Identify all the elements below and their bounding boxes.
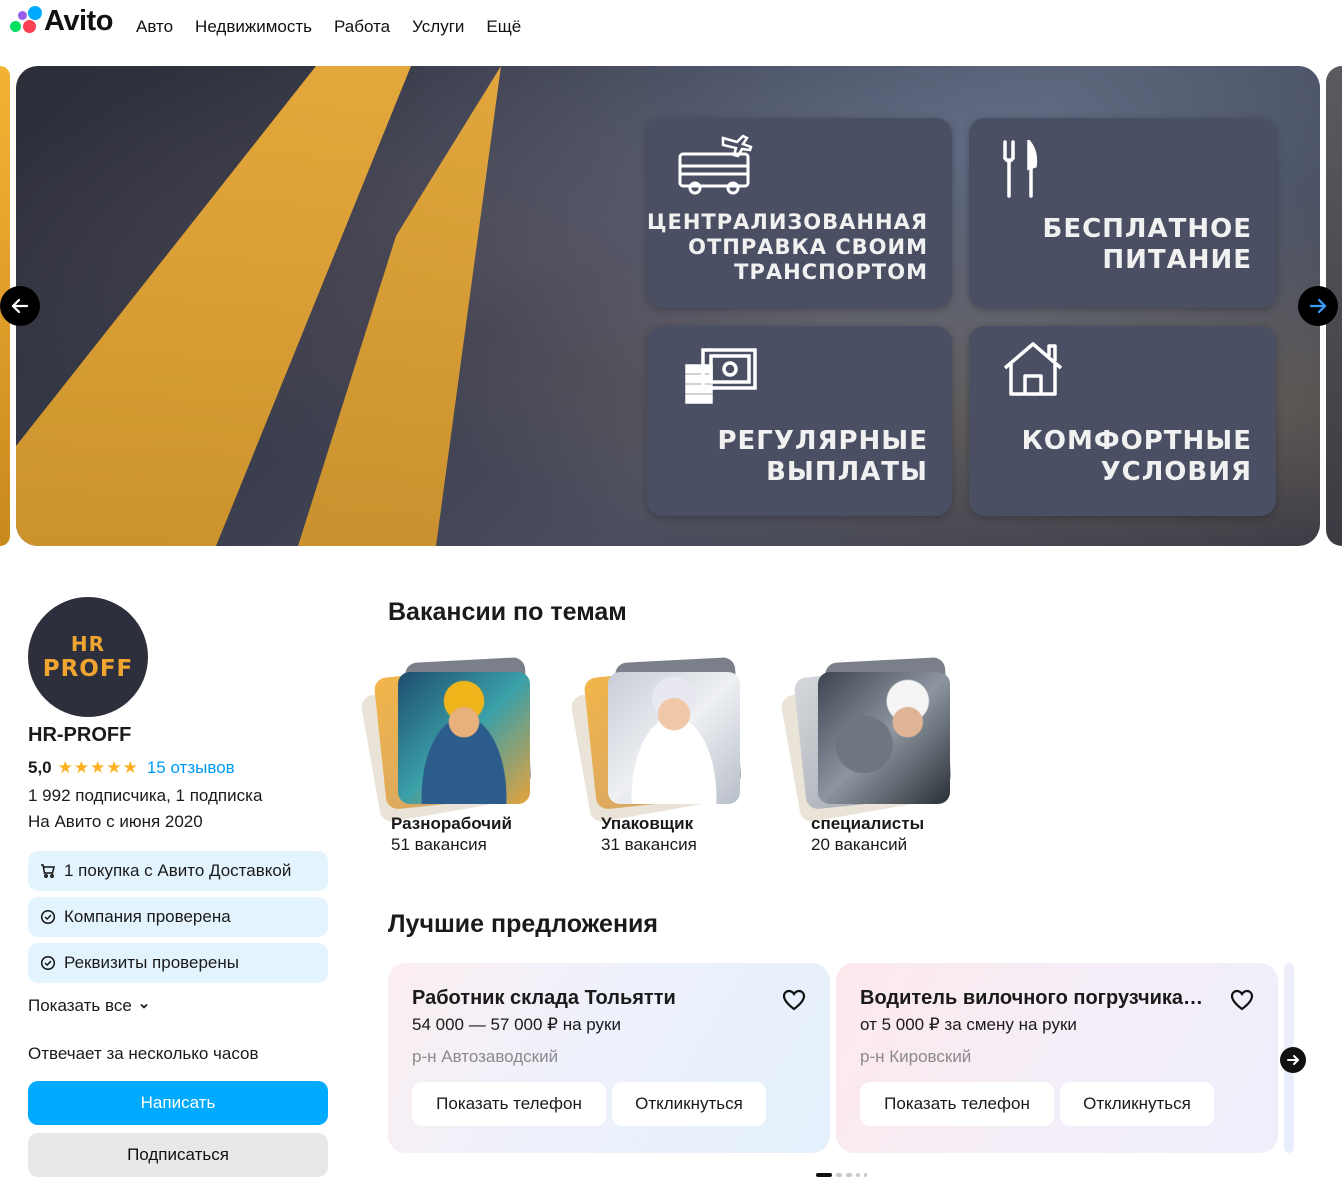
- arrow-left-icon: [11, 298, 29, 314]
- logo-dots-icon: [10, 6, 42, 36]
- badge-requisites-verified: Реквизиты проверены: [28, 943, 328, 983]
- pagination-dot[interactable]: [856, 1173, 860, 1177]
- main-nav: Авто Недвижимость Работа Услуги Ещё: [136, 17, 521, 37]
- offers-title: Лучшие предложения: [388, 910, 659, 938]
- offer-district: р-н Кировский: [860, 1047, 972, 1066]
- company-name[interactable]: HR-PROFF: [28, 724, 131, 747]
- show-phone-button[interactable]: Показать телефон: [860, 1082, 1054, 1126]
- pagination-dot-active[interactable]: [816, 1173, 832, 1177]
- rating-stars-icon: ★★★★★: [57, 758, 139, 777]
- badge-company-verified: Компания проверена: [28, 897, 328, 937]
- banner-tile-conditions: КОМФОРТНЫЕ УСЛОВИЯ: [969, 326, 1276, 516]
- theme-card-packer[interactable]: Упаковщик 31 вакансия: [569, 656, 798, 858]
- respond-button[interactable]: Откликнуться: [612, 1082, 766, 1126]
- banner-carousel: ЦЕНТРАЛИЗОВАННАЯ ОТПРАВКА СВОИМ ТРАНСПОР…: [16, 66, 1320, 546]
- fork-knife-icon: [1003, 140, 1038, 198]
- heart-icon[interactable]: [782, 989, 806, 1011]
- offer-title[interactable]: Работник склада Тольятти: [412, 987, 772, 1010]
- offer-card[interactable]: Водитель вилочного погрузчика… от 5 000 …: [836, 963, 1278, 1153]
- theme-title: Упаковщик: [601, 814, 694, 833]
- theme-title: специалисты: [811, 814, 925, 833]
- site-header: Avito Авто Недвижимость Работа Услуги Ещ…: [0, 0, 1342, 58]
- house-icon: [1003, 342, 1063, 396]
- rating-score: 5,0: [28, 758, 52, 777]
- chevron-down-icon: [140, 1003, 148, 1009]
- badge-delivery-label: 1 покупка с Авито Доставкой: [64, 861, 292, 880]
- banner-tile-food: БЕСПЛАТНОЕ ПИТАНИЕ: [969, 118, 1276, 308]
- theme-card-specialists[interactable]: специалисты 20 вакансий: [779, 656, 1008, 858]
- badge-delivery: 1 покупка с Авито Доставкой: [28, 851, 328, 891]
- tile-conditions-text: КОМФОРТНЫЕ УСЛОВИЯ: [1021, 426, 1252, 487]
- pagination-dot[interactable]: [836, 1173, 842, 1177]
- avito-logo[interactable]: Avito: [10, 4, 113, 38]
- badge-company-verified-label: Компания проверена: [64, 907, 231, 926]
- arrow-right-icon: [1287, 1055, 1299, 1065]
- subscribers-count[interactable]: 1 992 подписчика, 1 подписка: [28, 786, 262, 806]
- banner-next-button[interactable]: [1298, 286, 1338, 326]
- logo-text: Avito: [44, 4, 113, 37]
- nav-item-more[interactable]: Ещё: [486, 17, 521, 37]
- subscribe-button[interactable]: Подписаться: [28, 1133, 328, 1177]
- nav-item-auto[interactable]: Авто: [136, 17, 173, 37]
- offer-district: р-н Автозаводский: [412, 1047, 559, 1066]
- bus-plane-icon: [678, 134, 753, 195]
- badge-requisites-verified-label: Реквизиты проверены: [64, 953, 239, 972]
- tile-transport-text: ЦЕНТРАЛИЗОВАННАЯ ОТПРАВКА СВОИМ ТРАНСПОР…: [647, 210, 928, 284]
- money-icon: [685, 348, 757, 404]
- arrow-right-icon: [1309, 298, 1327, 314]
- theme-count: 51 вакансия: [391, 835, 487, 854]
- banner-tile-transport: ЦЕНТРАЛИЗОВАННАЯ ОТПРАВКА СВОИМ ТРАНСПОР…: [647, 118, 952, 308]
- check-circle-icon: [40, 955, 56, 971]
- offer-title[interactable]: Водитель вилочного погрузчика…: [860, 987, 1220, 1010]
- laborer-photo: [398, 672, 530, 804]
- reviews-link[interactable]: 15 отзывов: [147, 758, 235, 778]
- company-avatar[interactable]: HR PROFF: [28, 597, 148, 717]
- cart-icon: [40, 863, 56, 879]
- theme-card-laborer[interactable]: Разнорабочий 51 вакансия: [359, 656, 588, 858]
- themes-title: Вакансии по темам: [388, 598, 627, 626]
- offers-pagination: [816, 1173, 867, 1177]
- rating-row: 5,0 ★★★★★ 15 отзывов: [28, 758, 235, 778]
- nav-item-jobs[interactable]: Работа: [334, 17, 390, 37]
- check-circle-icon: [40, 909, 56, 925]
- respond-button[interactable]: Откликнуться: [1060, 1082, 1214, 1126]
- nav-item-services[interactable]: Услуги: [412, 17, 464, 37]
- offer-salary: 54 000 — 57 000 ₽ на руки: [412, 1015, 621, 1034]
- banner-prev-button[interactable]: [0, 286, 40, 326]
- theme-title: Разнорабочий: [391, 814, 512, 833]
- pagination-dot[interactable]: [846, 1173, 852, 1177]
- offers-next-button[interactable]: [1280, 1047, 1306, 1073]
- offer-salary: от 5 000 ₽ за смену на руки: [860, 1015, 1077, 1034]
- tile-food-text: БЕСПЛАТНОЕ ПИТАНИЕ: [1042, 214, 1252, 275]
- offer-card[interactable]: Работник склада Тольятти 54 000 — 57 000…: [388, 963, 830, 1153]
- theme-count: 20 вакансий: [811, 835, 908, 854]
- show-phone-button[interactable]: Показать телефон: [412, 1082, 606, 1126]
- heart-icon[interactable]: [1230, 989, 1254, 1011]
- tile-payments-text: РЕГУЛЯРНЫЕ ВЫПЛАТЫ: [717, 426, 928, 487]
- response-time: Отвечает за несколько часов: [28, 1044, 259, 1063]
- nav-item-realty[interactable]: Недвижимость: [195, 17, 312, 37]
- pagination-dot[interactable]: [864, 1173, 867, 1177]
- show-all-button[interactable]: Показать все: [28, 996, 150, 1016]
- specialist-photo: [818, 672, 950, 804]
- packer-photo: [608, 672, 740, 804]
- member-since: На Авито с июня 2020: [28, 812, 203, 831]
- banner-tile-payments: РЕГУЛЯРНЫЕ ВЫПЛАТЫ: [647, 326, 952, 516]
- theme-count: 31 вакансия: [601, 835, 697, 854]
- write-button[interactable]: Написать: [28, 1081, 328, 1125]
